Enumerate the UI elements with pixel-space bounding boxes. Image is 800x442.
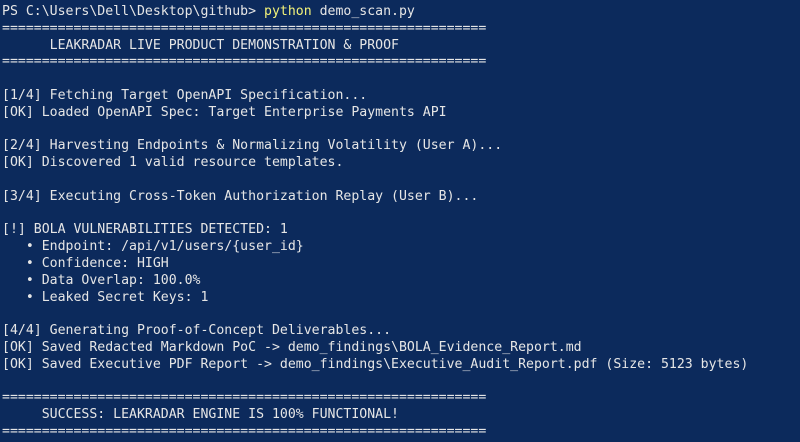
- terminal-window[interactable]: PS C:\Users\Dell\Desktop\github> python …: [0, 0, 800, 442]
- command-args: demo_scan.py: [311, 4, 415, 19]
- output-line: SUCCESS: LEAKRADAR ENGINE IS 100% FUNCTI…: [2, 407, 399, 423]
- command-name: python: [264, 4, 312, 19]
- output-line: • Confidence: HIGH: [2, 255, 169, 271]
- output-line: LEAKRADAR LIVE PRODUCT DEMONSTRATION & P…: [2, 37, 399, 53]
- output-line: ========================================…: [2, 390, 487, 406]
- output-line: • Endpoint: /api/v1/users/{user_id}: [2, 239, 304, 255]
- output-line: [OK] Loaded OpenAPI Spec: Target Enterpr…: [2, 104, 447, 120]
- output-line: • Data Overlap: 100.0%: [2, 272, 201, 288]
- output-line: [!] BOLA VULNERABILITIES DETECTED: 1: [2, 222, 288, 238]
- output-line: [1/4] Fetching Target OpenAPI Specificat…: [2, 87, 368, 103]
- output-line: ========================================…: [2, 20, 487, 36]
- output-line: ========================================…: [2, 54, 487, 70]
- prompt-path: PS C:\Users\Dell\Desktop\github>: [2, 4, 265, 19]
- output-line: • Leaked Secret Keys: 1: [2, 289, 209, 305]
- output-line: [OK] Discovered 1 valid resource templat…: [2, 155, 344, 171]
- output-line: [OK] Saved Executive PDF Report -> demo_…: [2, 356, 749, 372]
- output-line: [OK] Saved Redacted Markdown PoC -> demo…: [2, 339, 582, 355]
- output-line: [2/4] Harvesting Endpoints & Normalizing…: [2, 138, 503, 154]
- output-line: ========================================…: [2, 423, 487, 439]
- terminal-output: ========================================…: [2, 21, 800, 441]
- output-line: [4/4] Generating Proof-of-Concept Delive…: [2, 323, 392, 339]
- prompt-line: PS C:\Users\Dell\Desktop\github> python …: [2, 4, 800, 21]
- output-line: [3/4] Executing Cross-Token Authorizatio…: [2, 188, 479, 204]
